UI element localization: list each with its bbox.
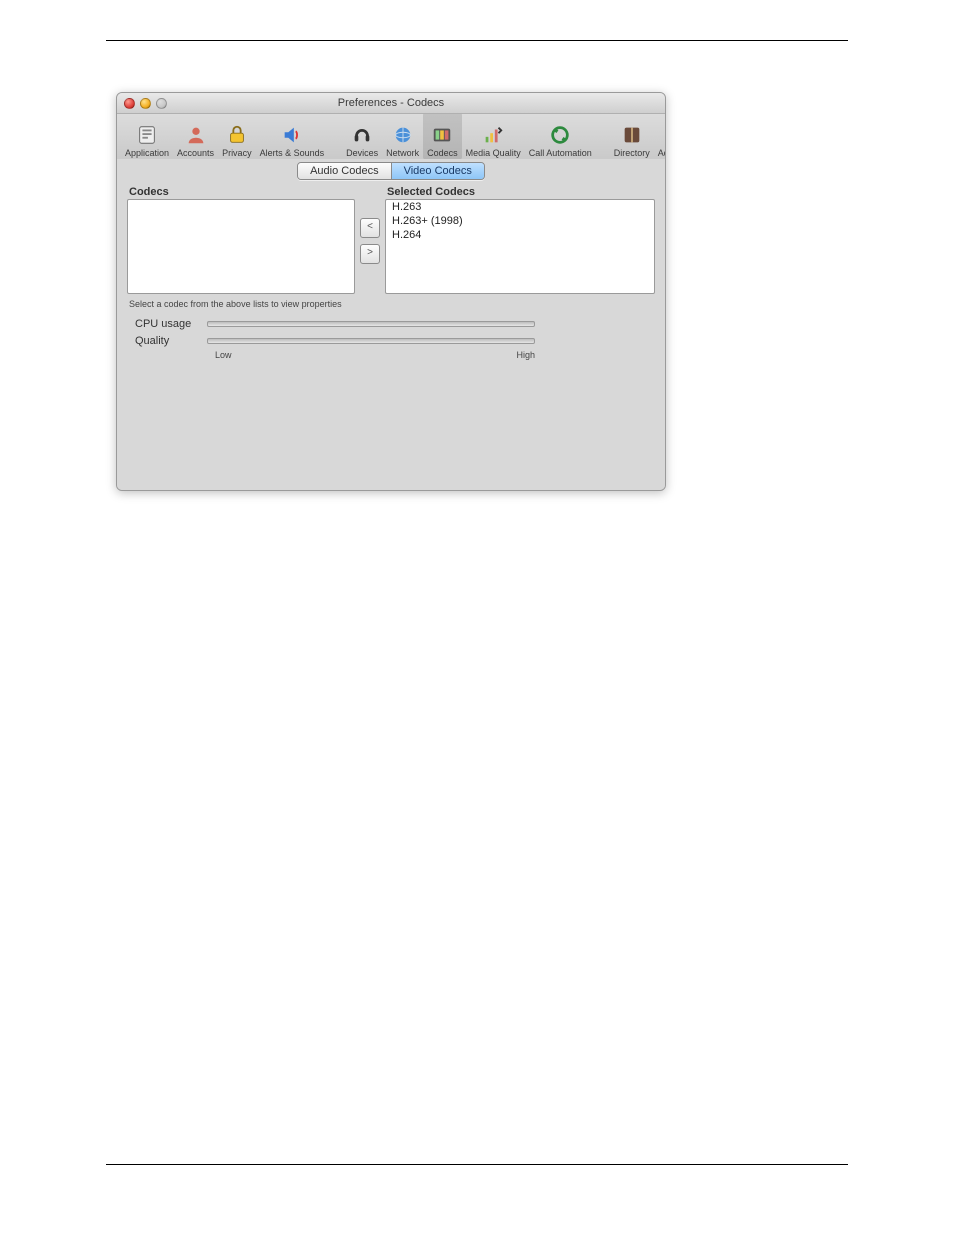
toolbar-label: Call Automation [529, 148, 592, 158]
toolbar-label: Privacy [222, 148, 252, 158]
page-rule-top [106, 40, 848, 41]
codecs-icon [431, 124, 453, 146]
toolbar-label: Alerts & Sounds [260, 148, 325, 158]
toolbar-label: Network [386, 148, 419, 158]
call-automation-icon [549, 124, 571, 146]
toolbar-item-application[interactable]: Application [121, 112, 173, 160]
alerts-icon [281, 124, 303, 146]
accounts-icon [185, 124, 207, 146]
preferences-toolbar: Application Accounts Privacy Alerts & So… [117, 114, 665, 161]
toolbar-item-accounts[interactable]: Accounts [173, 112, 218, 160]
move-right-button[interactable]: > [360, 244, 380, 264]
titlebar: Preferences - Codecs [117, 93, 665, 114]
toolbar-item-alerts[interactable]: Alerts & Sounds [256, 112, 329, 160]
directory-icon [621, 124, 643, 146]
window-controls [124, 98, 167, 109]
media-quality-icon [482, 124, 504, 146]
close-icon[interactable] [124, 98, 135, 109]
toolbar-label: Devices [346, 148, 378, 158]
tab-audio-codecs[interactable]: Audio Codecs [298, 163, 392, 179]
list-item[interactable]: H.263+ (1998) [386, 214, 654, 228]
selected-codecs-header: Selected Codecs [387, 186, 655, 198]
quality-label: Quality [135, 335, 207, 347]
move-left-button[interactable]: < [360, 218, 380, 238]
zoom-icon[interactable] [156, 98, 167, 109]
range-high-label: High [516, 350, 535, 360]
tab-video-codecs[interactable]: Video Codecs [392, 163, 484, 179]
toolbar-label: Accounts [177, 148, 214, 158]
range-low-label: Low [215, 350, 232, 360]
toolbar-label: Codecs [427, 148, 458, 158]
quality-slider[interactable] [207, 338, 535, 344]
cpu-usage-slider[interactable] [207, 321, 535, 327]
properties-hint: Select a codec from the above lists to v… [129, 299, 655, 309]
privacy-icon [226, 124, 248, 146]
toolbar-label: Application [125, 148, 169, 158]
toolbar-label: Media Quality [466, 148, 521, 158]
list-item[interactable]: H.264 [386, 228, 654, 242]
toolbar-item-privacy[interactable]: Privacy [218, 112, 256, 160]
window-title: Preferences - Codecs [117, 97, 665, 109]
application-icon [136, 124, 158, 146]
toolbar-item-call-automation[interactable]: Call Automation [525, 112, 596, 160]
codec-tabs: Audio Codecs Video Codecs [297, 162, 485, 180]
list-item[interactable]: H.263 [386, 200, 654, 214]
network-icon [392, 124, 414, 146]
preferences-window: Preferences - Codecs Application Account… [116, 92, 666, 491]
toolbar-item-advanced[interactable]: Advanced [654, 112, 666, 160]
toolbar-item-devices[interactable]: Devices [342, 112, 382, 160]
toolbar-label: Directory [614, 148, 650, 158]
minimize-icon[interactable] [140, 98, 151, 109]
available-codecs-header: Codecs [129, 186, 355, 198]
toolbar-item-media-quality[interactable]: Media Quality [462, 112, 525, 160]
toolbar-item-directory[interactable]: Directory [610, 112, 654, 160]
page-rule-bottom [106, 1164, 848, 1165]
available-codecs-list[interactable] [127, 199, 355, 294]
toolbar-label: Advanced [658, 148, 666, 158]
preferences-body: Audio Codecs Video Codecs Codecs < > Sel… [117, 159, 665, 490]
cpu-usage-label: CPU usage [135, 318, 207, 330]
toolbar-item-network[interactable]: Network [382, 112, 423, 160]
selected-codecs-list[interactable]: H.263H.263+ (1998)H.264 [385, 199, 655, 294]
devices-icon [351, 124, 373, 146]
toolbar-item-codecs[interactable]: Codecs [423, 112, 462, 160]
